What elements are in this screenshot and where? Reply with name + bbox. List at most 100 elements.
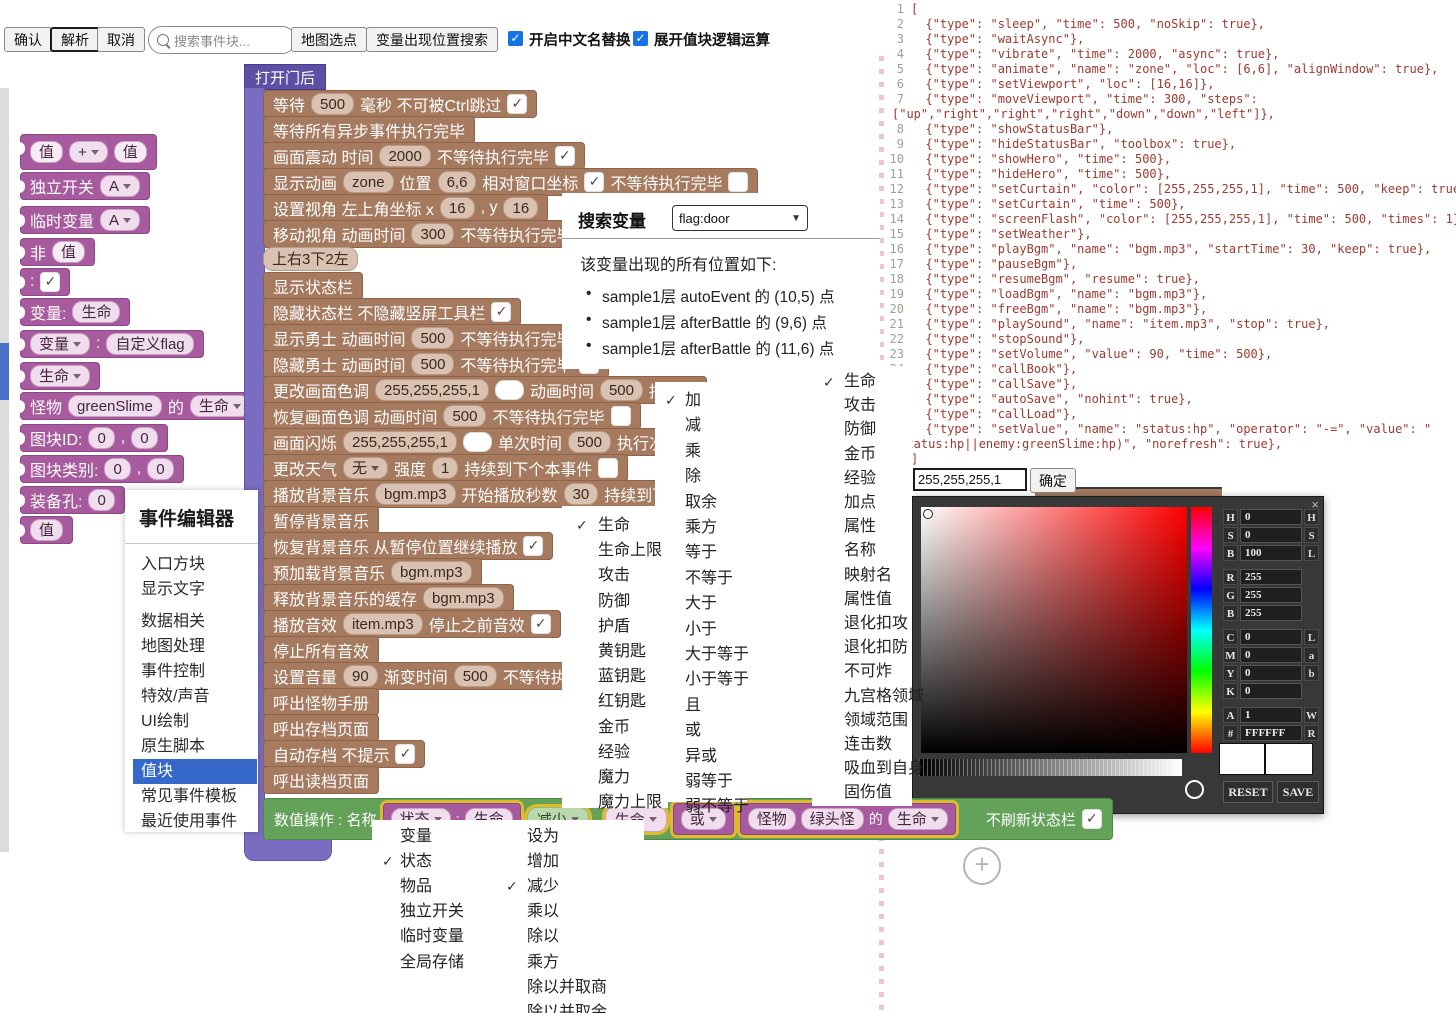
picker-field-input[interactable]: 0 bbox=[1240, 647, 1302, 663]
picker-field-input[interactable]: 255 bbox=[1240, 605, 1302, 621]
menu-item[interactable]: 名称 bbox=[812, 539, 912, 563]
statement-block[interactable]: 上右3下2左 bbox=[263, 246, 358, 272]
value-field[interactable]: zone bbox=[343, 171, 394, 193]
expand-logic-checkbox[interactable]: ✓ bbox=[633, 31, 648, 46]
statement-block[interactable]: 画面震动 时间2000不等待执行完毕✓ bbox=[263, 142, 585, 170]
picker-field-input[interactable]: 0 bbox=[1240, 683, 1302, 699]
value-field[interactable]: 0 bbox=[88, 489, 114, 511]
value-field[interactable]: bgm.mp3 bbox=[391, 561, 472, 583]
menu-item[interactable]: 大于等于 bbox=[655, 642, 747, 667]
statement-block[interactable]: 显示勇士 动画时间500不等待执行完毕 bbox=[263, 324, 609, 352]
grayscale-slider[interactable] bbox=[919, 759, 1182, 776]
picker-mode-button[interactable]: b bbox=[1304, 665, 1319, 681]
dropdown-field[interactable]: 无 bbox=[343, 457, 388, 479]
checkbox-field[interactable]: ✓ bbox=[1082, 809, 1102, 829]
picker-mode-button[interactable]: W bbox=[1304, 707, 1319, 723]
picker-mode-button[interactable]: S bbox=[1304, 527, 1319, 543]
menu-item[interactable]: 乘以 bbox=[494, 899, 644, 924]
value-field[interactable]: 16 bbox=[440, 197, 475, 219]
toolbox-scrollbar-track[interactable] bbox=[0, 88, 9, 852]
menu-item[interactable]: 金币 bbox=[812, 443, 912, 467]
menu-item[interactable]: 防御 bbox=[812, 418, 912, 442]
menu-item[interactable]: 护盾 bbox=[562, 614, 668, 639]
value-field[interactable]: 500 bbox=[600, 379, 643, 401]
menu-item[interactable]: 魔力上限 bbox=[562, 790, 668, 815]
value-field[interactable]: 500 bbox=[454, 665, 497, 687]
variable-location-search-button[interactable]: 变量出现位置搜索 bbox=[366, 27, 498, 52]
menu-item[interactable]: 增加 bbox=[494, 849, 644, 874]
menu-item[interactable]: ✓生命 bbox=[562, 513, 668, 538]
zoom-in-icon[interactable]: + bbox=[963, 847, 1001, 885]
menu-item[interactable]: 退化扣攻 bbox=[812, 612, 912, 636]
color-marker[interactable] bbox=[923, 509, 933, 519]
value-field[interactable]: 300 bbox=[411, 223, 454, 245]
sidebar-item-2[interactable]: 显示文字 bbox=[133, 577, 257, 602]
sidebar-item-8[interactable]: 原生脚本 bbox=[133, 734, 257, 759]
sidebar-item-7[interactable]: UI绘制 bbox=[133, 709, 257, 734]
checkbox-field[interactable]: ✓ bbox=[584, 172, 604, 192]
menu-item[interactable]: 红钥匙 bbox=[562, 689, 668, 714]
menu-item[interactable]: 设为 bbox=[494, 824, 644, 849]
sidebar-item-11[interactable]: 最近使用事件 bbox=[133, 809, 257, 832]
statement-block[interactable]: 显示状态栏 bbox=[263, 272, 363, 300]
palette-block[interactable]: 图块类别:0,0 bbox=[20, 455, 184, 483]
statement-block[interactable]: 呼出存档页面 bbox=[263, 714, 379, 742]
enemy-name-field[interactable]: 绿头怪 bbox=[801, 808, 864, 830]
value-field[interactable]: 1 bbox=[432, 457, 458, 479]
sidebar-item-4[interactable]: 地图处理 bbox=[133, 634, 257, 659]
dropdown-field[interactable]: 变量 bbox=[30, 333, 90, 355]
menu-item[interactable]: 加点 bbox=[812, 491, 912, 515]
menu-item[interactable]: 属性值 bbox=[812, 588, 912, 612]
value-field[interactable]: 0 bbox=[147, 458, 173, 480]
picker-field-input[interactable]: 0 bbox=[1240, 509, 1302, 525]
color-value-input[interactable]: 255,255,255,1 bbox=[913, 468, 1027, 491]
value-field[interactable]: 500 bbox=[443, 405, 486, 427]
sidebar-item-5[interactable]: 事件控制 bbox=[133, 659, 257, 684]
statement-block[interactable]: 隐藏状态栏 不隐藏竖屏工具栏✓ bbox=[263, 298, 521, 326]
menu-item[interactable]: 乘方 bbox=[655, 515, 747, 540]
menu-item[interactable]: 固伤值 bbox=[812, 781, 912, 805]
palette-block[interactable]: 装备孔:0 bbox=[20, 486, 125, 514]
menu-item[interactable]: 攻击 bbox=[812, 394, 912, 418]
picker-mode-button[interactable]: R bbox=[1304, 725, 1319, 741]
value-field[interactable]: 2000 bbox=[379, 145, 430, 167]
value-field[interactable]: 500 bbox=[311, 93, 354, 115]
menu-item[interactable]: 弱等于 bbox=[655, 769, 747, 794]
dropdown-field[interactable]: A bbox=[100, 175, 140, 197]
enemy-keyword-field[interactable]: 怪物 bbox=[748, 808, 796, 830]
statement-block[interactable]: 移动视角 动画时间300不等待执行完毕 bbox=[263, 220, 609, 248]
palette-block[interactable]: 变量:自定义flag bbox=[20, 330, 204, 358]
map-pick-button[interactable]: 地图选点 bbox=[291, 27, 367, 52]
event-hat-foot[interactable] bbox=[244, 840, 332, 861]
json-code-editor[interactable]: 1[2 {"type": "sleep", "time": 500, "noSk… bbox=[888, 2, 1456, 468]
checkbox-field[interactable]: ✓ bbox=[531, 614, 551, 634]
menu-item[interactable]: 除 bbox=[655, 464, 747, 489]
checkbox-field[interactable]: ✓ bbox=[491, 302, 511, 322]
cancel-button[interactable]: 取消 bbox=[97, 27, 145, 52]
value-field[interactable]: bgm.mp3 bbox=[423, 587, 504, 609]
value-field[interactable]: item.mp3 bbox=[343, 613, 423, 635]
slider-handle[interactable] bbox=[1185, 780, 1204, 799]
menu-item[interactable]: ✓生命 bbox=[812, 370, 912, 394]
sidebar-item-10[interactable]: 常见事件模板 bbox=[133, 784, 257, 809]
palette-block[interactable]: 独立开关A bbox=[20, 172, 150, 200]
value-field[interactable]: 16 bbox=[503, 197, 538, 219]
menu-item[interactable]: 不等于 bbox=[655, 566, 747, 591]
value-field[interactable]: 500 bbox=[411, 327, 454, 349]
menu-item[interactable]: 金币 bbox=[562, 715, 668, 740]
menu-item[interactable]: 乘方 bbox=[494, 950, 644, 975]
menu-item[interactable]: 魔力 bbox=[562, 765, 668, 790]
statement-block[interactable]: 恢复背景音乐 从暂停位置继续播放✓ bbox=[263, 532, 553, 560]
palette-block[interactable]: 非值 bbox=[20, 238, 95, 266]
menu-item[interactable]: 等于 bbox=[655, 540, 747, 565]
save-button[interactable]: SAVE bbox=[1277, 781, 1319, 803]
statement-block[interactable]: 恢复画面色调 动画时间500不等待执行完毕 bbox=[263, 402, 641, 430]
menu-item[interactable]: 除以并取余 bbox=[494, 1000, 644, 1013]
color-swatch-field[interactable] bbox=[463, 432, 492, 452]
picker-field-input[interactable]: 1 bbox=[1240, 707, 1302, 723]
value-socket[interactable]: 值 bbox=[114, 141, 147, 163]
dropdown-field[interactable]: A bbox=[100, 209, 140, 231]
menu-item[interactable]: 除以 bbox=[494, 924, 644, 949]
dropdown-field[interactable]: + bbox=[69, 141, 108, 163]
statement-block[interactable]: 释放背景音乐的缓存bgm.mp3 bbox=[263, 584, 514, 612]
